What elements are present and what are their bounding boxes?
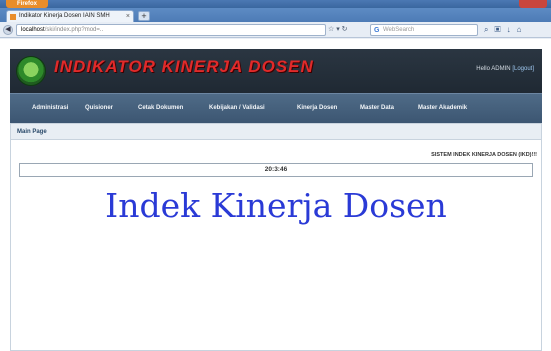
tab-strip: Indikator Kinerja Dosen IAIN SMH × + — [0, 8, 551, 22]
url-host: localhost — [21, 27, 45, 33]
institution-logo — [16, 56, 46, 86]
web-page: INDIKATOR KINERJA DOSEN Hello ADMIN [Log… — [0, 39, 551, 351]
clock-display: 20:3:46 — [19, 163, 533, 177]
firefox-menu-button[interactable]: Firefox — [6, 0, 48, 8]
main-menu: Administrasi Quisioner Cetak Dokumen Keb… — [10, 93, 542, 123]
navigation-bar: ◀ localhost/ski/index.php?mod=.. ☆ ▾ ↻ G… — [0, 22, 551, 38]
menu-item-kebijakan-validasi[interactable]: Kebijakan / Validasi — [209, 105, 265, 111]
reload-icon[interactable]: ☆ ▾ ↻ — [328, 25, 348, 33]
menu-item-quisioner[interactable]: Quisioner — [85, 105, 113, 111]
site-title: INDIKATOR KINERJA DOSEN — [54, 57, 314, 76]
hero-heading: Indek Kinerja Dosen — [105, 186, 447, 225]
system-label: SISTEM INDEK KINERJA DOSEN (IKD)!!! — [431, 152, 537, 158]
search-engine-icon: G — [374, 27, 380, 34]
page-title: Main Page — [11, 124, 541, 140]
window-titlebar: Firefox — [0, 0, 551, 8]
menu-item-cetak-dokumen[interactable]: Cetak Dokumen — [138, 105, 183, 111]
search-input[interactable]: G WebSearch — [370, 24, 478, 36]
menu-item-master-data[interactable]: Master Data — [360, 105, 394, 111]
browser-tab[interactable]: Indikator Kinerja Dosen IAIN SMH × — [6, 10, 134, 22]
menu-item-kinerja-dosen[interactable]: Kinerja Dosen — [297, 105, 337, 111]
back-arrow-icon[interactable]: ◀ — [3, 25, 13, 35]
main-panel: Main Page SISTEM INDEK KINERJA DOSEN (IK… — [10, 123, 542, 351]
favicon-icon — [10, 14, 16, 20]
greeting-text: Hello ADMIN — [476, 66, 511, 72]
new-tab-button[interactable]: + — [138, 11, 150, 21]
address-bar[interactable]: localhost/ski/index.php?mod=.. — [16, 24, 326, 36]
search-placeholder: WebSearch — [383, 27, 415, 33]
toolbar-icons[interactable]: ⌕▣↓⌂ — [484, 25, 527, 35]
menu-item-administrasi[interactable]: Administrasi — [32, 105, 68, 111]
menu-item-master-akademik[interactable]: Master Akademik — [418, 105, 467, 111]
window-close-button[interactable] — [519, 0, 547, 8]
close-icon[interactable]: × — [126, 11, 130, 22]
user-info: Hello ADMIN [Logout] — [476, 66, 534, 72]
tab-title: Indikator Kinerja Dosen IAIN SMH — [19, 13, 110, 19]
site-banner: INDIKATOR KINERJA DOSEN Hello ADMIN [Log… — [10, 49, 542, 93]
logout-link[interactable]: [Logout] — [512, 66, 534, 72]
url-path: /ski/index.php?mod=.. — [44, 27, 104, 33]
